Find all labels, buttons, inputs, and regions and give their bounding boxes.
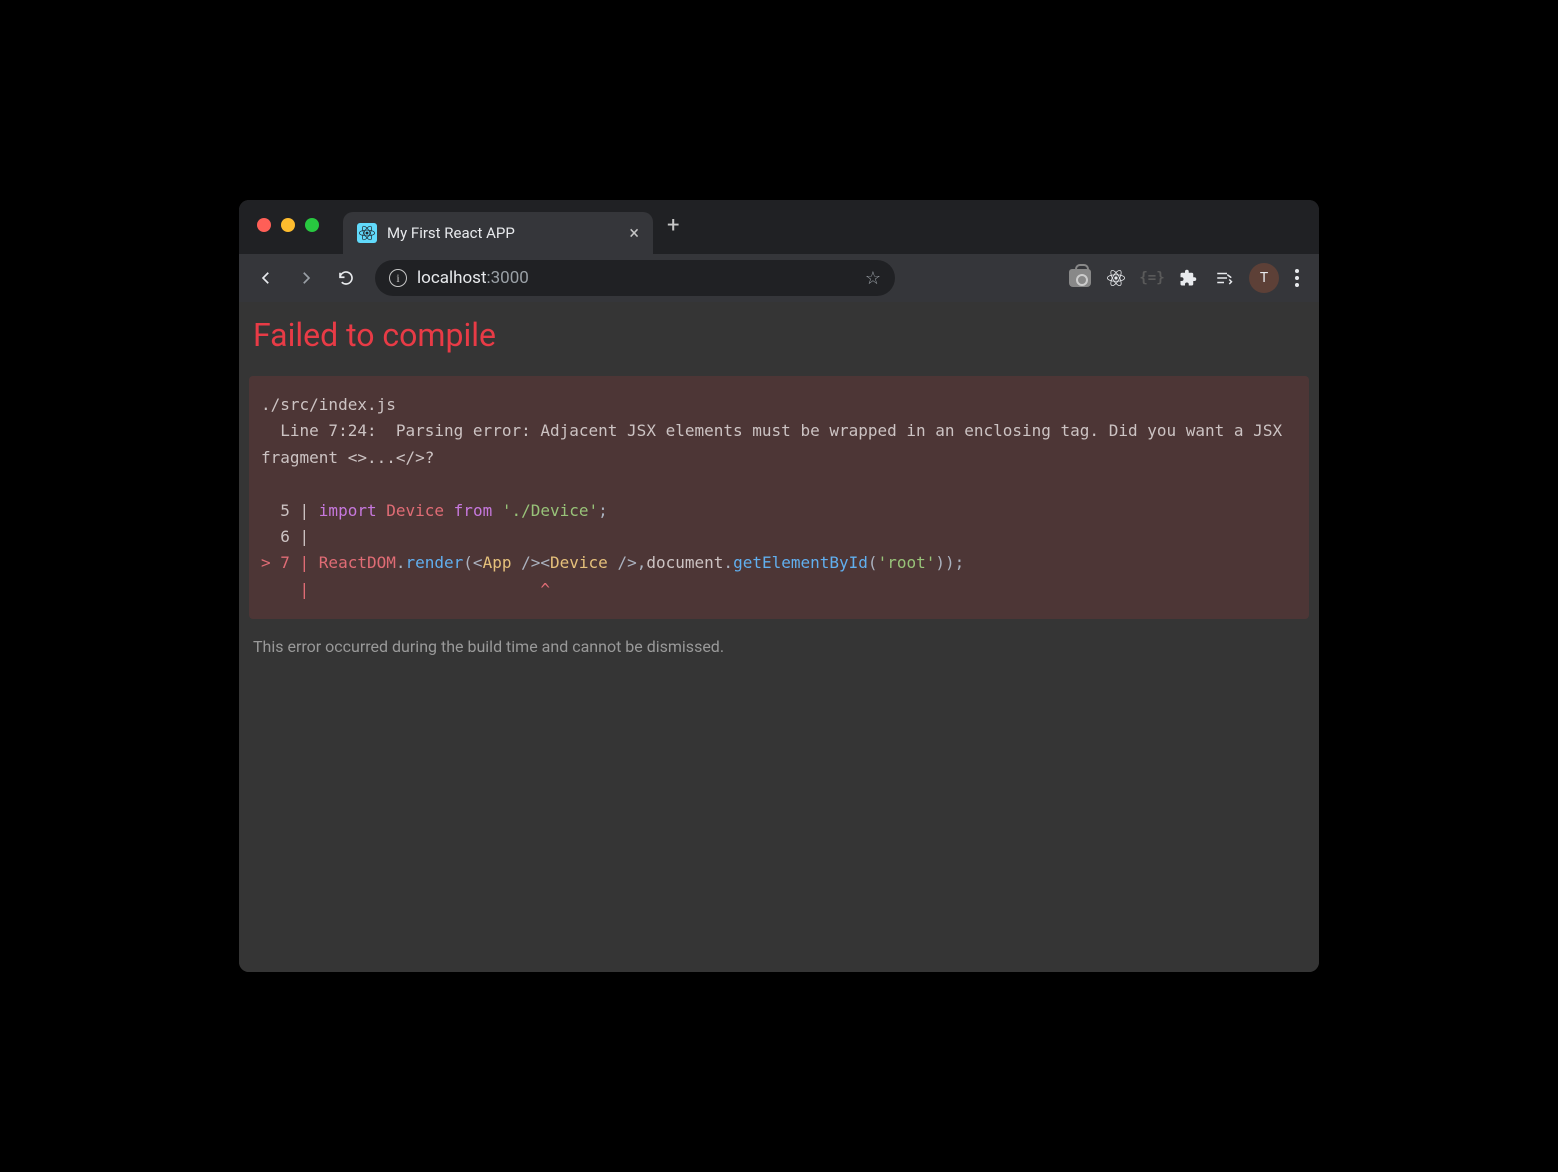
tk-import: import [319, 501, 377, 520]
window-minimize-button[interactable] [281, 218, 295, 232]
error-code-block: ./src/index.js Line 7:24: Parsing error:… [249, 376, 1309, 619]
error-location-line: Line 7:24: Parsing error: Adjacent JSX e… [261, 421, 1292, 466]
reload-button[interactable] [329, 261, 363, 295]
tk-root: 'root' [878, 553, 936, 572]
reading-list-icon[interactable] [1209, 263, 1239, 293]
extensions-puzzle-icon[interactable] [1173, 263, 1203, 293]
code-line-6: 6 | [261, 527, 319, 546]
window-close-button[interactable] [257, 218, 271, 232]
new-tab-button[interactable]: + [667, 213, 679, 238]
bookmark-star-icon[interactable]: ☆ [865, 268, 881, 289]
tk-path: './Device' [502, 501, 598, 520]
code-line-7-prefix: > 7 | [261, 553, 319, 572]
profile-avatar[interactable]: T [1249, 263, 1279, 293]
extension-braces-icon[interactable]: {=} [1137, 263, 1167, 293]
error-title: Failed to compile [249, 316, 1309, 354]
toolbar: i localhost:3000 ☆ {=} T [239, 254, 1319, 302]
site-info-icon[interactable]: i [389, 269, 407, 287]
url-port: :3000 [487, 268, 529, 288]
tk-getbyid: getElementById [733, 553, 868, 572]
tk-document: document [646, 553, 723, 572]
react-devtools-icon[interactable] [1101, 263, 1131, 293]
browser-tab[interactable]: My First React APP × [343, 212, 653, 254]
back-button[interactable] [249, 261, 283, 295]
url-text: localhost:3000 [417, 268, 529, 288]
url-host: localhost [417, 268, 487, 288]
error-file-path: ./src/index.js [261, 395, 396, 414]
code-line-5-prefix: 5 | [261, 501, 319, 520]
tk-render: render [406, 553, 464, 572]
tab-title: My First React APP [387, 224, 619, 242]
window-maximize-button[interactable] [305, 218, 319, 232]
error-footer-note: This error occurred during the build tim… [249, 637, 1309, 656]
tk-device2: Device [550, 553, 608, 572]
address-bar[interactable]: i localhost:3000 ☆ [375, 260, 895, 296]
tk-reactdom: ReactDOM [319, 553, 396, 572]
avatar-initial: T [1260, 270, 1268, 286]
code-caret-line: | ^ [261, 580, 550, 599]
tk-from: from [454, 501, 493, 520]
traffic-lights [257, 218, 319, 232]
titlebar: My First React APP × + [239, 200, 1319, 254]
tk-semi: ; [598, 501, 608, 520]
extension-shopping-icon[interactable] [1065, 263, 1095, 293]
page-content: Failed to compile ./src/index.js Line 7:… [239, 302, 1319, 972]
tk-device: Device [386, 501, 444, 520]
tk-app: App [483, 553, 512, 572]
forward-button[interactable] [289, 261, 323, 295]
react-favicon-icon [357, 223, 377, 243]
browser-menu-button[interactable] [1295, 269, 1299, 287]
tab-close-button[interactable]: × [629, 223, 639, 244]
browser-window: My First React APP × + i localhost:3000 … [239, 200, 1319, 972]
